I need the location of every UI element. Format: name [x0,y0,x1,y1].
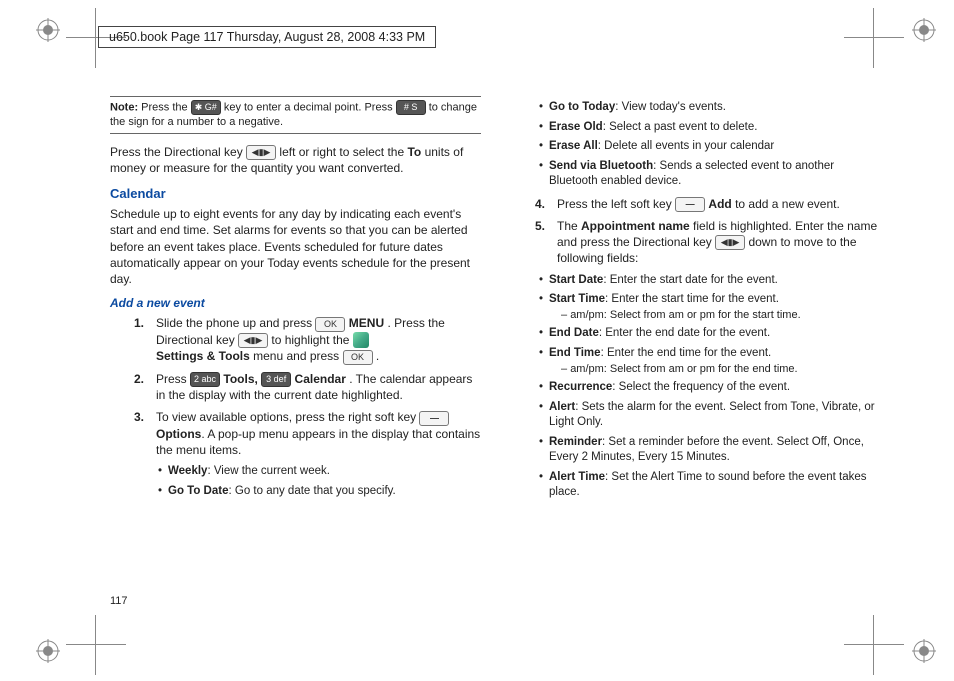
softkey-right-icon [419,411,449,426]
list-item: Reminder: Set a reminder before the even… [539,435,882,466]
directional-key-icon: ◀▮▶ [246,145,276,160]
pound-key-icon: # S [396,100,426,115]
note-box: Note: Press the ✱ G# key to enter a deci… [110,96,481,134]
list-item: Start Date: Enter the start date for the… [539,273,882,289]
list-item: Recurrence: Select the frequency of the … [539,380,882,396]
note-label: Note: [110,101,138,113]
page-header: u650.book Page 117 Thursday, August 28, … [98,26,436,48]
calendar-description: Schedule up to eight events for any day … [110,206,481,287]
crop-mark-icon [844,615,904,675]
three-key-icon: 3 def [261,372,291,387]
list-item: Erase Old: Select a past event to delete… [539,120,882,136]
directional-key-icon: ◀▮▶ [715,235,745,250]
list-item: Alert Time: Set the Alert Time to sound … [539,470,882,501]
crop-mark-icon [66,615,126,675]
list-item: End Time: Enter the end time for the eve… [539,346,882,376]
calendar-heading: Calendar [110,185,481,203]
list-item: Alert: Sets the alarm for the event. Sel… [539,400,882,431]
sub-item: am/pm: Select from am or pm for the star… [561,308,882,323]
list-item: Erase All: Delete all events in your cal… [539,139,882,155]
list-item: Start Time: Enter the start time for the… [539,292,882,322]
intro-paragraph: Press the Directional key ◀▮▶ left or ri… [110,144,481,177]
sub-item: am/pm: Select from am or pm for the end … [561,362,882,377]
step-1: 1. Slide the phone up and press OK MENU … [134,315,481,364]
two-key-icon: 2 abc [190,372,220,387]
directional-key-icon: ◀▮▶ [238,333,268,348]
step-3: 3. To view available options, press the … [134,409,481,458]
settings-tools-icon [353,332,369,348]
step-2: 2. Press 2 abc Tools, 3 def Calendar . T… [134,371,481,404]
page-number: 117 [110,595,128,607]
register-target-icon [36,18,60,42]
list-item: Weekly: View the current week. [158,464,481,480]
list-item: Go to Today: View today's events. [539,100,882,116]
ok-key-icon: OK [343,350,373,365]
list-item: Go To Date: Go to any date that you spec… [158,484,481,500]
register-target-icon [36,639,60,663]
crop-mark-icon [844,8,904,68]
softkey-left-icon [675,197,705,212]
add-event-heading: Add a new event [110,295,481,311]
star-key-icon: ✱ G# [191,100,221,115]
step-5: 5. The Appointment name field is highlig… [535,218,882,267]
ok-key-icon: OK [315,317,345,332]
list-item: End Date: Enter the end date for the eve… [539,326,882,342]
register-target-icon [912,639,936,663]
register-target-icon [912,18,936,42]
step-4: 4. Press the left soft key Add to add a … [535,196,882,212]
list-item: Send via Bluetooth: Sends a selected eve… [539,159,882,190]
page-body: Note: Press the ✱ G# key to enter a deci… [110,96,882,611]
